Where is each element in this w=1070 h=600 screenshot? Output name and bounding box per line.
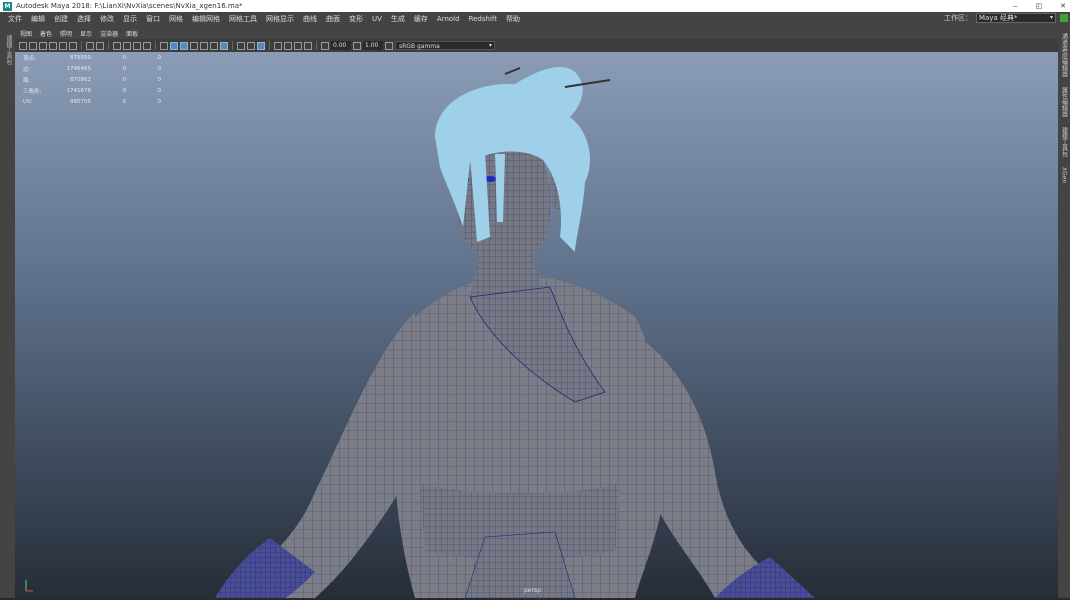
menu-uv[interactable]: UV (372, 15, 382, 23)
2d-pan-zoom-icon[interactable] (69, 41, 77, 50)
tab-channel-box[interactable]: 通道盒/层编辑器 (1060, 31, 1069, 79)
hud-row-faces: 面: 870862 0 0 (23, 76, 161, 84)
wireframe-on-shaded-icon[interactable] (180, 41, 188, 50)
menu-generate[interactable]: 生成 (391, 14, 405, 24)
gate-mask-icon[interactable] (123, 41, 131, 50)
title-bar: M Autodesk Maya 2018: F:\LianXi\NvXia\sc… (0, 0, 1070, 12)
hud-row-triangles: 三角形: 1741678 0 0 (23, 87, 161, 95)
panel-menu-view[interactable]: 视图 (20, 29, 32, 38)
xray-icon[interactable] (284, 41, 292, 50)
toolbar-divider (155, 41, 156, 50)
window-title: Autodesk Maya 2018: F:\LianXi\NvXia\scen… (16, 2, 243, 10)
xray-joints-icon[interactable] (294, 41, 302, 50)
xray-active-components-icon[interactable] (304, 41, 312, 50)
menu-edit-mesh[interactable]: 编辑网格 (192, 14, 220, 24)
poly-count-hud: 顶点: 875650 0 0 边: 1746465 0 0 面: 870862 … (23, 52, 161, 107)
motion-blur-icon[interactable] (247, 41, 255, 50)
menu-help[interactable]: 帮助 (506, 14, 520, 24)
workspace-dropdown[interactable]: Maya 经典* ▾ (976, 13, 1056, 23)
grease-pencil-icon[interactable] (59, 41, 67, 50)
tab-attribute-editor[interactable]: 属性编辑器 (1060, 85, 1069, 119)
view-transform-dropdown[interactable]: sRGB gamma ▾ (395, 41, 495, 50)
menu-create[interactable]: 创建 (54, 14, 68, 24)
isolate-select-icon[interactable] (220, 41, 228, 50)
gamma-icon[interactable] (353, 41, 361, 50)
panel-menu-show[interactable]: 显示 (80, 29, 92, 38)
menu-mesh[interactable]: 网格 (169, 14, 183, 24)
character-model[interactable] (15, 52, 1058, 598)
main-menu-bar: 文件 编辑 创建 选择 修改 显示 窗口 网格 编辑网格 网格工具 网格显示 曲… (0, 12, 1070, 25)
safe-action-icon[interactable] (143, 41, 151, 50)
menu-curves[interactable]: 曲线 (303, 14, 317, 24)
lock-icon[interactable] (1060, 14, 1068, 22)
minimize-icon[interactable]: ‒ (1013, 0, 1017, 12)
panel-menu-shading[interactable]: 着色 (40, 29, 52, 38)
chevron-down-icon: ▾ (488, 42, 492, 49)
hud-row-vertices: 顶点: 875650 0 0 (23, 54, 161, 62)
panel-menu-panels[interactable]: 面板 (126, 29, 138, 38)
shadows-icon[interactable] (210, 41, 218, 50)
film-gate-icon[interactable] (96, 41, 104, 50)
left-tool-strip: 建模工具包 (0, 25, 15, 600)
persp-viewport[interactable]: 顶点: 875650 0 0 边: 1746465 0 0 面: 870862 … (15, 52, 1058, 598)
tab-xgen[interactable]: XGen (1061, 165, 1068, 185)
workspace-label: 工作区： (944, 14, 972, 22)
resolution-gate-icon[interactable] (113, 41, 121, 50)
field-chart-icon[interactable] (133, 41, 141, 50)
textured-icon[interactable] (190, 41, 198, 50)
menu-cache[interactable]: 缓存 (414, 14, 428, 24)
gamma-field[interactable]: 1.00 (363, 41, 383, 50)
menu-edit[interactable]: 编辑 (31, 14, 45, 24)
smooth-shade-icon[interactable] (170, 41, 178, 50)
use-all-lights-icon[interactable] (200, 41, 208, 50)
camera-attributes-icon[interactable] (29, 41, 37, 50)
panel-menu-renderer[interactable]: 渲染器 (100, 29, 118, 38)
tab-modeling-toolkit[interactable]: 建模工具包 (1060, 125, 1069, 159)
view-axis-icon (25, 580, 33, 592)
menu-mesh-display[interactable]: 网格显示 (266, 14, 294, 24)
toolbar-divider (81, 41, 82, 50)
color-management-icon[interactable] (385, 41, 393, 50)
bookmarks-icon[interactable] (39, 41, 47, 50)
menu-select[interactable]: 选择 (77, 14, 91, 24)
panel-menu-bar: 视图 着色 照明 显示 渲染器 面板 (15, 28, 1058, 39)
menu-modify[interactable]: 修改 (100, 14, 114, 24)
menu-deform[interactable]: 变形 (349, 14, 363, 24)
camera-name-label: persp (524, 587, 541, 594)
grid-icon[interactable] (86, 41, 94, 50)
toolbar-divider (316, 41, 317, 50)
menu-windows[interactable]: 窗口 (146, 14, 160, 24)
close-icon[interactable]: ✕ (1060, 0, 1066, 12)
maya-logo-icon: M (3, 1, 12, 11)
menu-redshift[interactable]: Redshift (469, 15, 497, 23)
left-strip-label[interactable]: 建模工具包 (4, 35, 13, 65)
hud-row-edges: 边: 1746465 0 0 (23, 65, 161, 73)
right-tab-strip: 通道盒/层编辑器 属性编辑器 建模工具包 XGen (1058, 25, 1070, 600)
toolbar-divider (269, 41, 270, 50)
hud-row-uvs: UV: 985705 0 0 (23, 98, 161, 105)
exposure-icon[interactable] (321, 41, 329, 50)
menu-display[interactable]: 显示 (123, 14, 137, 24)
ambient-occlusion-icon[interactable] (237, 41, 245, 50)
menu-arnold[interactable]: Arnold (437, 15, 460, 23)
panel-toolbar: 0.00 1.00 sRGB gamma ▾ (15, 39, 1058, 52)
maximize-icon[interactable]: ◰ (1036, 0, 1043, 12)
toolbar-divider (232, 41, 233, 50)
toolbar-divider (108, 41, 109, 50)
left-sleeve (215, 312, 415, 598)
menu-file[interactable]: 文件 (8, 14, 22, 24)
depth-of-field-icon[interactable] (274, 41, 282, 50)
wireframe-icon[interactable] (160, 41, 168, 50)
exposure-field[interactable]: 0.00 (331, 41, 351, 50)
chevron-down-icon: ▾ (1049, 14, 1053, 21)
image-plane-icon[interactable] (49, 41, 57, 50)
menu-mesh-tools[interactable]: 网格工具 (229, 14, 257, 24)
panel-menu-lighting[interactable]: 照明 (60, 29, 72, 38)
menu-surfaces[interactable]: 曲面 (326, 14, 340, 24)
anti-aliasing-icon[interactable] (257, 41, 265, 50)
select-camera-icon[interactable] (19, 41, 27, 50)
